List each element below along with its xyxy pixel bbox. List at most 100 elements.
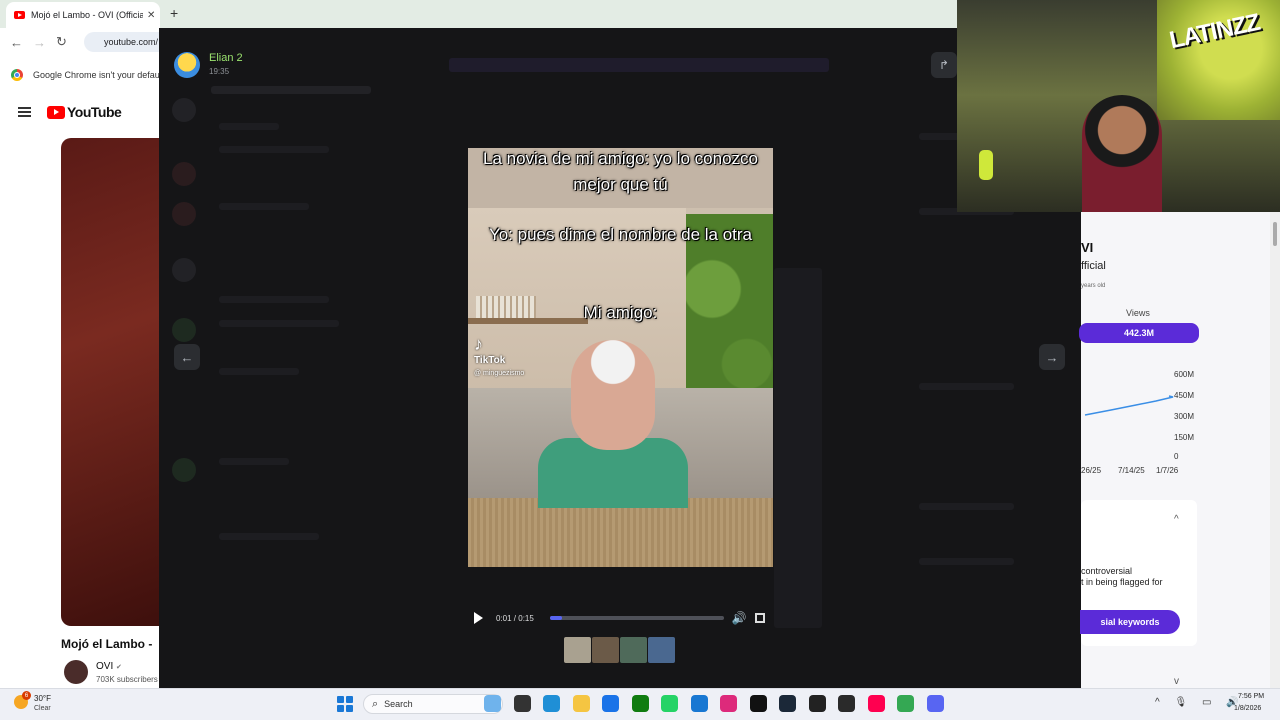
taskbar-app-icon[interactable] [749,695,767,712]
taskbar-app-icon[interactable] [513,695,531,712]
youtube-logo[interactable]: YouTube [47,104,122,120]
taskbar-app-icon[interactable] [808,695,826,712]
server-icon-ghost [172,318,196,342]
next-media-button[interactable]: → [1039,344,1065,370]
youtube-favicon-icon [14,11,25,19]
video-background [468,498,773,567]
taskbar-app-icon[interactable] [897,695,914,712]
search-label: Search [384,699,413,709]
address-bar[interactable]: youtube.com/ [84,32,164,52]
video-controls: 0:01 / 0:15 🔊 [468,606,773,630]
media-thumbnail[interactable] [620,637,647,663]
arrow-right-icon: → [1045,349,1059,365]
channel-name[interactable]: OVI ✔ [96,661,122,672]
reload-icon[interactable]: ↻ [56,34,67,50]
media-thumbnail[interactable] [592,637,619,663]
taskbar-app-icon[interactable] [720,695,737,712]
channel-list-ghost [219,296,329,303]
panel-scrollbar[interactable] [1270,212,1280,688]
search-icon: ⌕ [372,697,379,710]
forward-message-button[interactable]: ↱ [931,52,957,78]
taskbar-app-icon[interactable] [631,695,649,712]
image-viewer-overlay[interactable]: Elian 2 19:35 ↱ ← → La novia de mi amigo… [159,28,1081,688]
poster-avatar[interactable] [174,52,200,78]
subscriber-count: 703K subscribers [96,675,158,684]
tab-close-icon[interactable]: ✕ [147,10,155,21]
seek-bar[interactable] [549,616,724,620]
play-icon[interactable] [474,612,483,624]
youtube-video-player[interactable] [61,138,171,626]
share-icon: ↱ [938,58,950,72]
chart-x-tick: 1/7/26 [1156,466,1179,475]
taskbar-app-icon[interactable] [661,695,678,712]
poster-name[interactable]: Elian 2 [209,52,243,64]
channel-list-ghost [219,320,339,327]
video-title: Mojó el Lambo - [61,637,153,651]
clock-time[interactable]: 7:56 PM [1238,693,1264,700]
browser-tab-youtube[interactable]: Mojó el Lambo - OVI (Official V ✕ [6,2,160,28]
views-chart-line [1084,395,1174,416]
webcam-prop [979,150,993,180]
video-timecode: 0:01 / 0:15 [496,613,534,623]
channel-list-ghost [219,203,309,210]
channel-list-ghost [219,146,329,153]
media-thumbnail[interactable] [648,637,675,663]
taskbar-app-icon[interactable] [838,695,855,712]
stats-channel-official: fficial [1081,260,1106,272]
youtube-play-icon [47,105,65,119]
taskbar-app-icon[interactable] [602,695,619,712]
channel-list-ghost [219,123,279,130]
server-icon-ghost [172,162,196,186]
scroll-thumb[interactable] [1273,222,1277,246]
server-icon-ghost [172,98,196,122]
taskbar-app-icon[interactable] [867,695,885,712]
chart-x-tick: 7/14/25 [1118,466,1145,475]
chart-y-tick: 450M [1174,391,1195,400]
taskbar-app-icon[interactable] [543,695,560,712]
member-list-ghost [919,383,1014,390]
youtube-logo-text: YouTube [67,104,122,120]
tiktok-label: TikTok [474,355,506,366]
seek-progress [549,616,562,620]
media-thumbnail[interactable] [564,637,591,663]
menu-icon[interactable] [18,107,31,117]
channel-avatar[interactable] [64,660,88,684]
tiktok-logo-icon: ♪ [474,334,483,354]
taskbar-app-icon[interactable] [572,695,590,712]
previous-media-button[interactable]: ← [174,344,200,370]
volume-icon[interactable]: 🔊 [732,611,747,625]
fullscreen-icon[interactable] [754,613,765,623]
controversial-keywords-button[interactable]: sial keywords [1080,610,1180,634]
video-caption: La novia de mi amigo: yo lo conozco mejo… [483,149,758,194]
windows-start-icon[interactable] [337,696,353,712]
weather-condition[interactable]: Clear [34,705,51,712]
taskbar-app-icon[interactable] [779,695,796,712]
chart-y-tick: 600M [1174,370,1195,379]
webcam-overlay: LATINZZ [957,0,1280,212]
collapse-chevron-icon[interactable]: ^ [1174,514,1179,525]
infobar-text: Google Chrome isn't your defau [33,70,160,80]
channel-list-ghost [219,458,289,465]
new-tab-button[interactable]: + [170,5,178,21]
clock-date[interactable]: 1/8/2026 [1234,705,1261,712]
controversy-text: controversial [1081,566,1133,576]
system-tray[interactable]: ^ 🎙 ▭ 🔊 [1155,697,1245,708]
channel-name-text: OVI [96,661,114,672]
chrome-logo-icon [11,69,23,81]
weather-badge: 6 [22,691,31,700]
video-caption: Yo: pues dime el nombre de la otra [488,225,753,244]
taskbar-app-icon[interactable] [484,695,501,712]
stats-video-age: years old [1081,283,1106,289]
expand-chevron-icon[interactable]: v [1174,676,1179,687]
tiktok-watermark: ♪ TikTok [474,334,505,366]
verified-icon: ✔ [116,664,122,671]
member-list-ghost [919,558,1014,565]
taskbar-app-icon[interactable] [926,695,944,712]
taskbar-app-icon[interactable] [690,695,708,712]
forward-icon[interactable]: → [33,35,46,50]
back-icon[interactable]: ← [10,35,23,50]
video-frame[interactable]: La novia de mi amigo: yo lo conozco mejo… [468,148,773,567]
weather-temperature[interactable]: 30°F [34,694,51,703]
banner-ghost [449,58,829,72]
taskbar-search[interactable]: ⌕ Search [363,694,503,714]
